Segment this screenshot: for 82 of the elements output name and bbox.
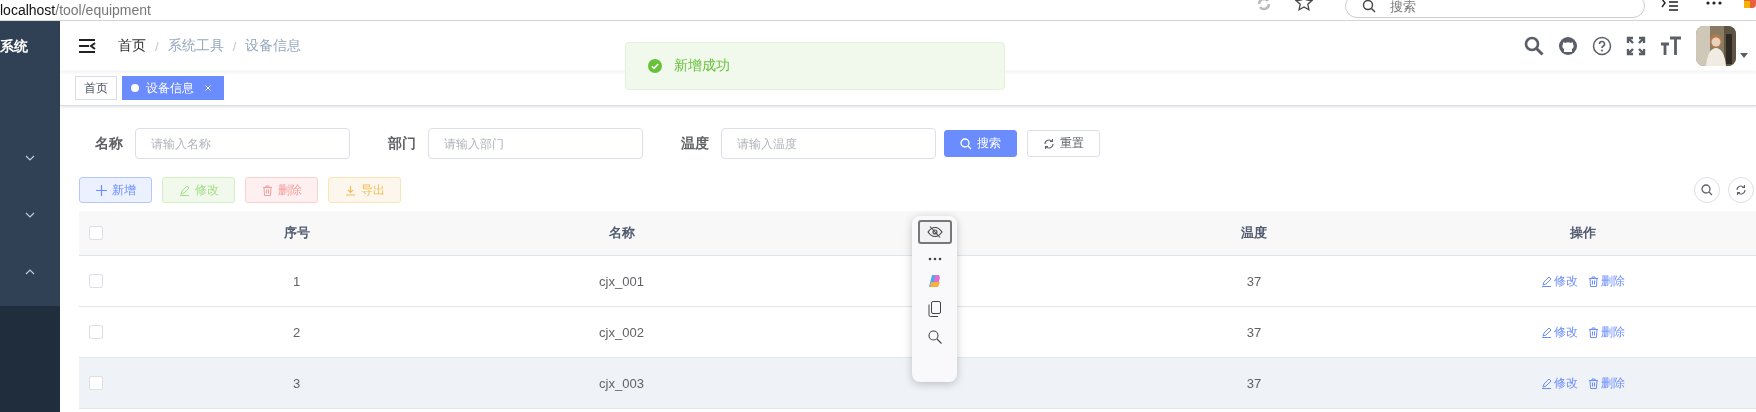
- download-icon: [344, 184, 356, 196]
- add-button[interactable]: 新增: [79, 177, 152, 203]
- column-header: 操作: [1569, 224, 1596, 242]
- table-cell: 37: [1246, 273, 1262, 289]
- table-cell: cjx_002: [599, 324, 644, 340]
- reading-list-icon[interactable]: [1661, 0, 1679, 12]
- input-field[interactable]: 请输入温度: [721, 128, 936, 159]
- trash-icon: [1587, 377, 1599, 389]
- field-label: 部门: [388, 134, 416, 153]
- breadcrumb-separator: /: [232, 38, 237, 54]
- refresh-icon: [1735, 184, 1747, 196]
- search-icon: [1362, 0, 1376, 13]
- reset-button[interactable]: 重置: [1027, 130, 1100, 157]
- copilot-icon[interactable]: [927, 274, 942, 288]
- checkbox[interactable]: [89, 325, 103, 339]
- caret-icon[interactable]: [1740, 53, 1748, 58]
- table-cell: 3: [292, 375, 301, 391]
- chevron-down-icon[interactable]: [25, 154, 35, 161]
- checkbox[interactable]: [89, 376, 103, 390]
- checkbox[interactable]: [89, 226, 103, 240]
- table-cell: cjx_003: [599, 375, 644, 391]
- pencil-icon: [1540, 377, 1552, 389]
- address-field[interactable]: localhost/tool/equipment: [0, 2, 151, 18]
- trash-icon: [261, 184, 273, 196]
- plus-icon: [95, 184, 107, 196]
- breadcrumb-item: 设备信息: [245, 37, 302, 55]
- breadcrumb-item: 系统工具: [167, 37, 224, 55]
- input-field[interactable]: 请输入部门: [428, 128, 643, 159]
- pencil-icon: [1540, 326, 1552, 338]
- column-header: 序号: [283, 224, 310, 242]
- fullscreen-icon[interactable]: [1626, 36, 1646, 56]
- edit-link[interactable]: 修改: [1540, 323, 1578, 341]
- chevron-up-icon[interactable]: [25, 268, 35, 275]
- close-icon[interactable]: [205, 85, 211, 91]
- edit-link[interactable]: 修改: [1540, 374, 1578, 392]
- dot-icon: [131, 84, 139, 92]
- column-header: 温度: [1241, 224, 1267, 242]
- delete-link[interactable]: 删除: [1587, 374, 1625, 392]
- field-label: 名称: [95, 134, 123, 153]
- input-field[interactable]: 请输入名称: [135, 128, 350, 159]
- search-icon: [1701, 184, 1713, 196]
- table-cell: 37: [1246, 324, 1262, 340]
- tab[interactable]: 首页: [75, 76, 117, 100]
- refresh-button[interactable]: [1728, 177, 1754, 203]
- delete-link[interactable]: 删除: [1587, 323, 1625, 341]
- trash-icon: [1587, 275, 1599, 287]
- check-circle-icon: [648, 59, 662, 73]
- field-label: 温度: [681, 134, 709, 153]
- delete-link[interactable]: 删除: [1587, 272, 1625, 290]
- sidebar-title: 系统: [0, 37, 29, 56]
- search-icon[interactable]: [1524, 36, 1544, 56]
- browser-search-field[interactable]: 搜索: [1345, 0, 1645, 18]
- column-header: 名称: [608, 224, 635, 242]
- search-icon: [960, 137, 972, 150]
- table-cell: 1: [292, 273, 301, 289]
- eye-slash-icon: [926, 226, 943, 238]
- table-cell: 2: [292, 324, 301, 340]
- table-cell: 37: [1246, 375, 1262, 391]
- more-icon[interactable]: [927, 257, 942, 261]
- refresh-icon: [1043, 137, 1055, 150]
- pencil-icon: [1540, 275, 1552, 287]
- github-icon[interactable]: [1558, 36, 1578, 56]
- edit-link[interactable]: 修改: [1540, 272, 1578, 290]
- pencil-icon: [178, 184, 190, 196]
- checkbox[interactable]: [89, 274, 103, 288]
- tab[interactable]: 设备信息: [122, 76, 224, 100]
- font-size-icon[interactable]: [1660, 36, 1682, 56]
- search-toggle-button[interactable]: [1694, 177, 1720, 203]
- search-icon[interactable]: [927, 330, 942, 344]
- copy-icon[interactable]: [928, 301, 941, 317]
- search-button[interactable]: 搜索: [944, 130, 1017, 157]
- chevron-down-icon[interactable]: [25, 211, 35, 218]
- toast-message: 新增成功: [674, 57, 730, 75]
- menu-icon[interactable]: [78, 39, 96, 53]
- delete-button[interactable]: 删除: [245, 177, 318, 203]
- table-cell: cjx_001: [599, 273, 644, 289]
- breadcrumb-separator: /: [155, 38, 159, 54]
- breadcrumb-item[interactable]: 首页: [118, 37, 146, 55]
- help-icon[interactable]: [1592, 36, 1612, 56]
- trash-icon: [1587, 326, 1599, 338]
- hide-button[interactable]: [917, 220, 952, 244]
- more-icon[interactable]: [1706, 0, 1722, 6]
